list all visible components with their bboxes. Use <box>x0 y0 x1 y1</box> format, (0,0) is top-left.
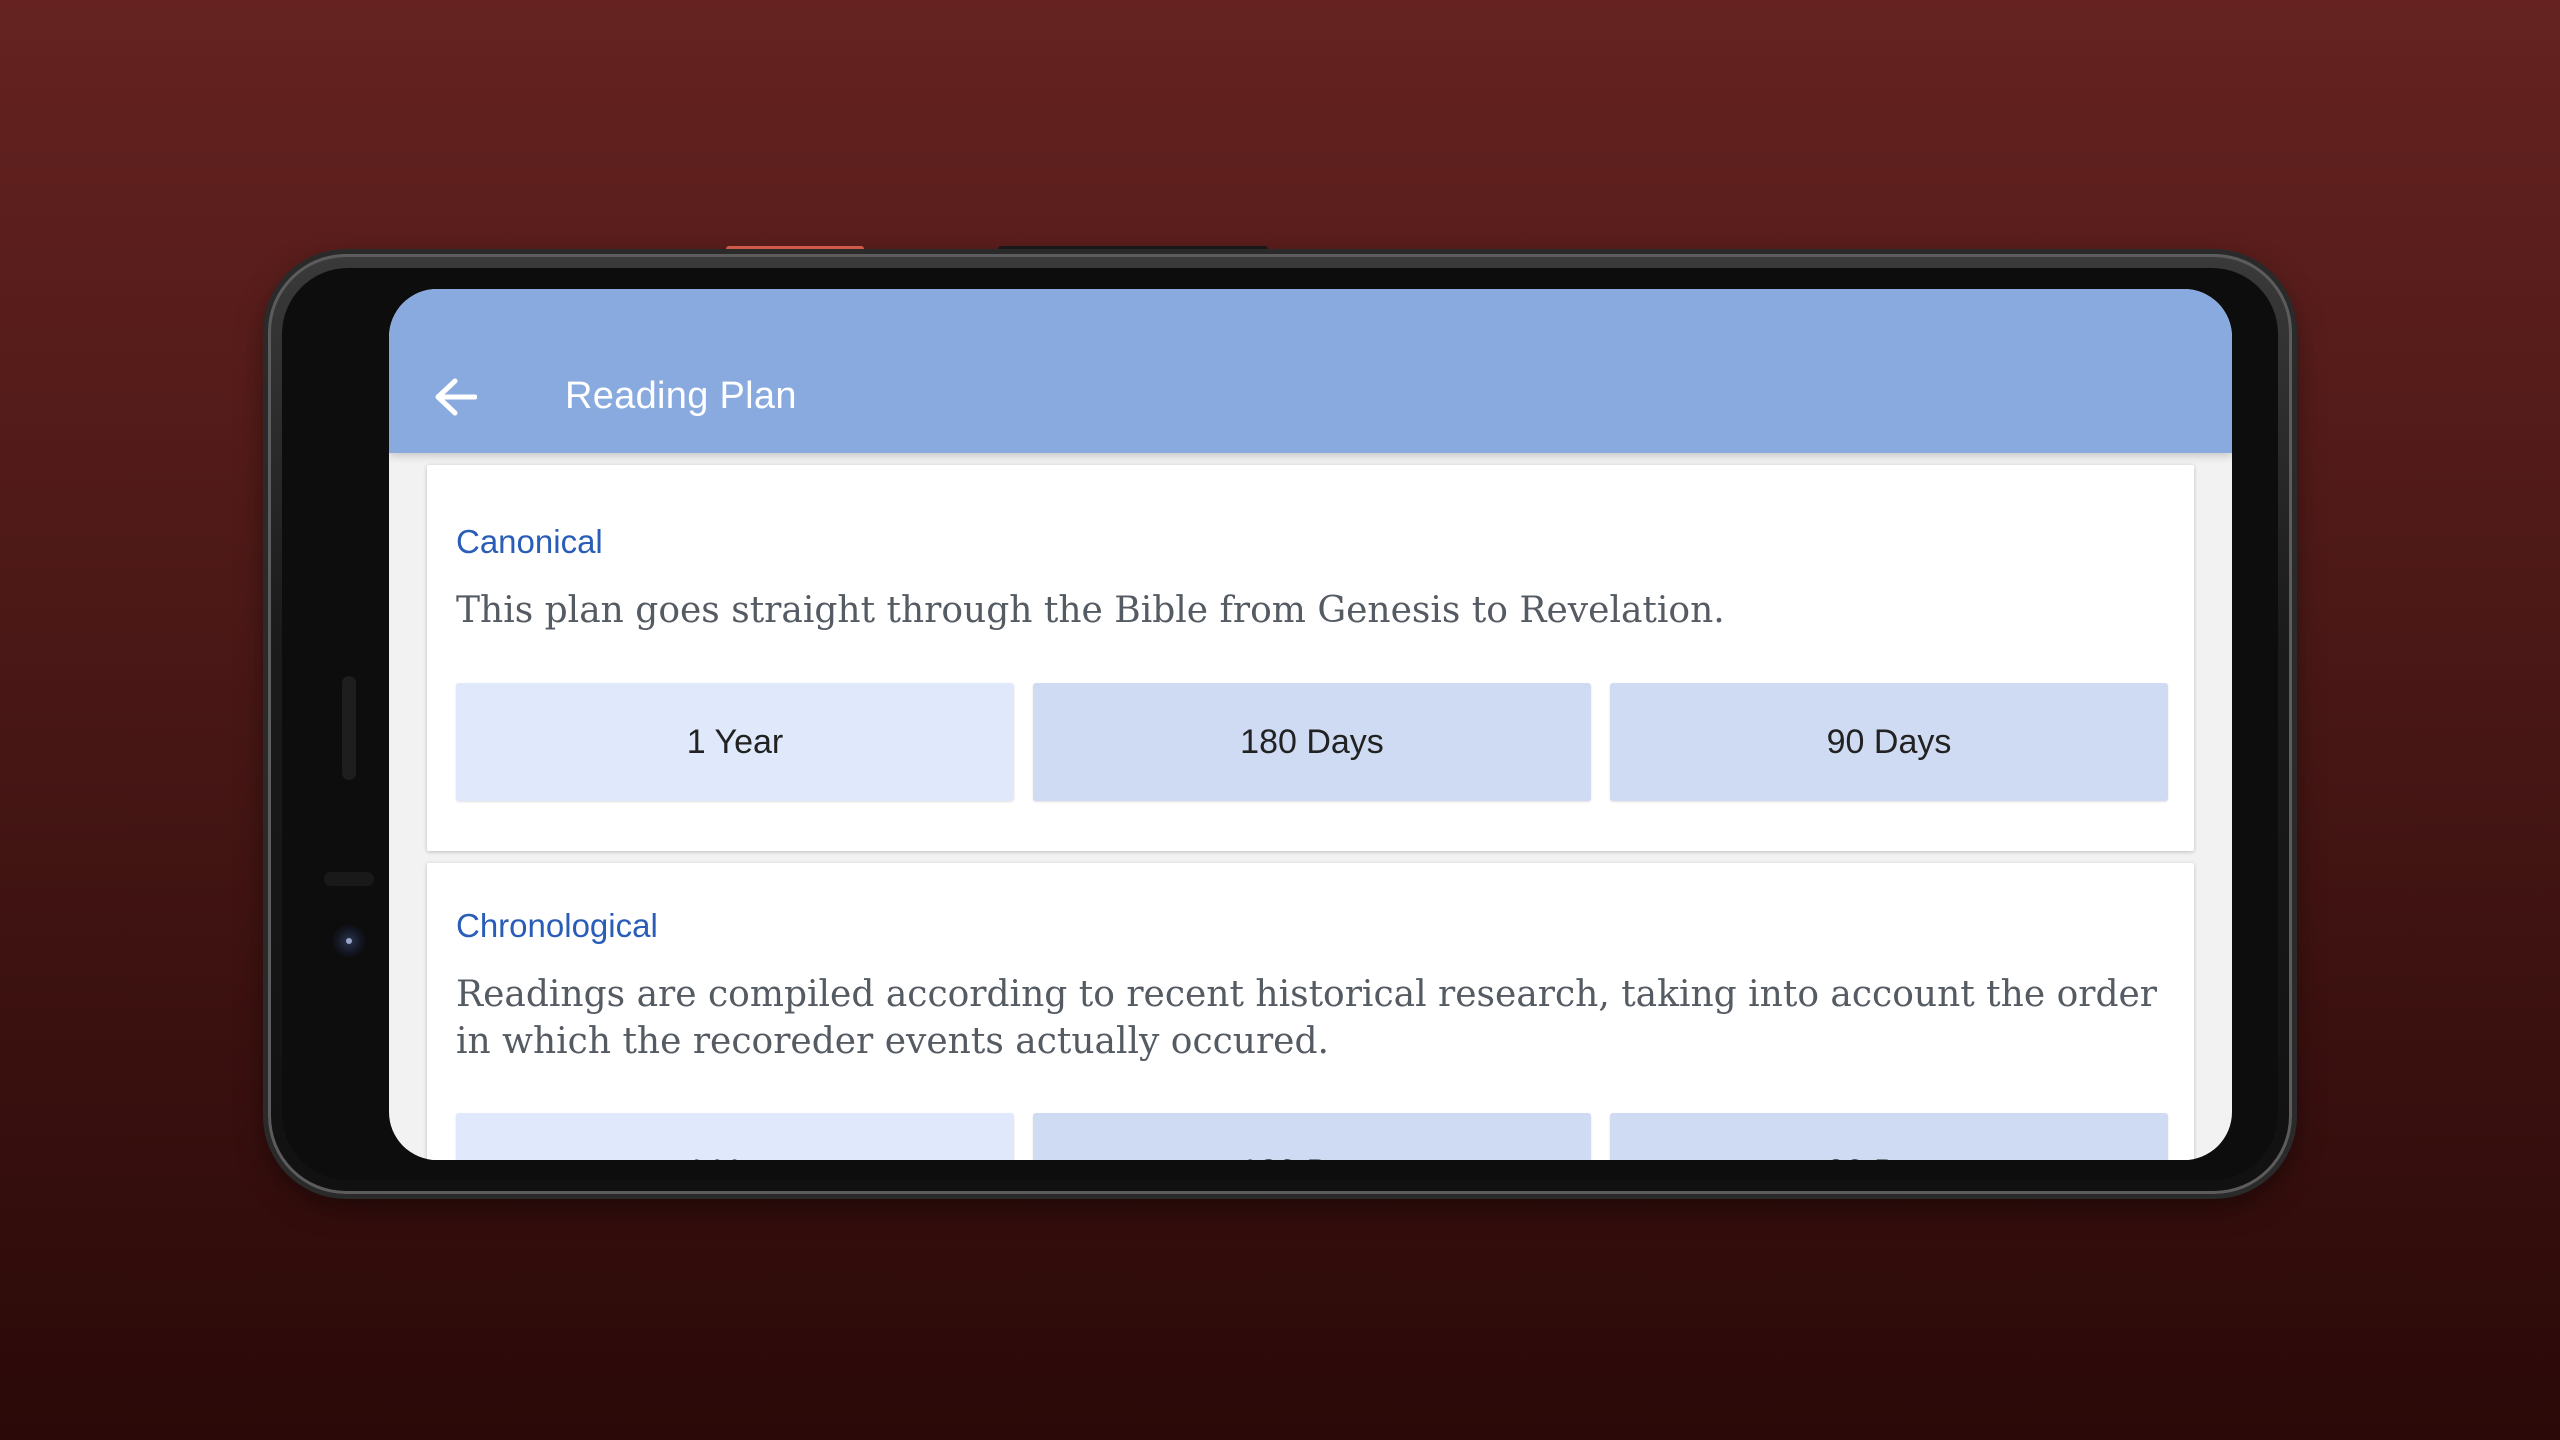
plan-card-chronological: Chronological Readings are compiled acco… <box>427 863 2194 1160</box>
page-title: Reading Plan <box>565 375 797 417</box>
plan-title: Chronological <box>456 907 658 944</box>
plan-list: Canonical This plan goes straight throug… <box>389 453 2232 1160</box>
plan-option-1-year[interactable]: 1 Year <box>456 683 1014 801</box>
plan-option-90-days[interactable]: 90 Days <box>1610 1113 2168 1160</box>
volume-button <box>998 246 1268 254</box>
plan-description: This plan goes straight through the Bibl… <box>456 590 1725 631</box>
back-button[interactable] <box>425 369 485 425</box>
plan-description: Readings are compiled according to recen… <box>456 974 2158 1062</box>
plan-options: 1 Year 180 Days 90 Days <box>456 1113 2168 1160</box>
plan-option-1-year[interactable]: 1 Year <box>456 1113 1014 1160</box>
plan-options: 1 Year 180 Days 90 Days <box>456 683 2168 801</box>
arrow-left-icon <box>435 378 477 416</box>
plan-option-180-days[interactable]: 180 Days <box>1033 683 1591 801</box>
plan-option-180-days[interactable]: 180 Days <box>1033 1113 1591 1160</box>
plan-title: Canonical <box>456 523 603 560</box>
proximity-sensor <box>324 872 374 886</box>
plan-card-canonical: Canonical This plan goes straight throug… <box>427 465 2194 851</box>
plan-option-90-days[interactable]: 90 Days <box>1610 683 2168 801</box>
app-bar: Reading Plan <box>389 289 2232 453</box>
phone-screen: Reading Plan Canonical This plan goes st… <box>389 289 2232 1160</box>
front-camera <box>333 925 365 957</box>
speaker-slot <box>342 676 356 780</box>
